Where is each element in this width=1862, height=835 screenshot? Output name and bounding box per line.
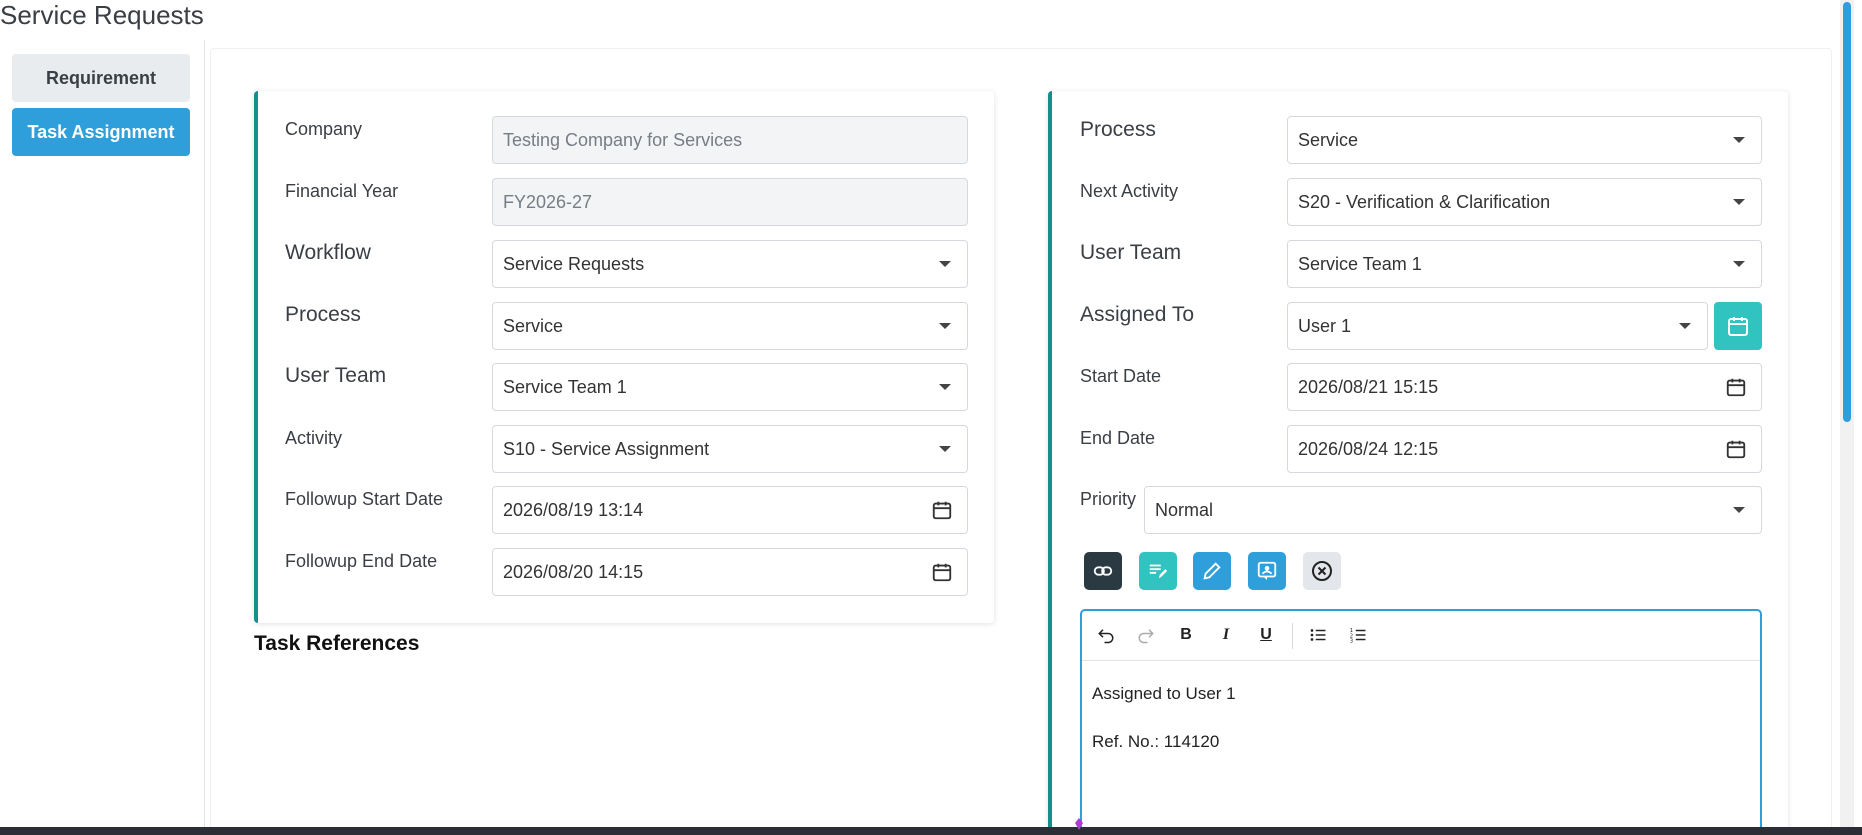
contact-card-icon	[1257, 561, 1277, 581]
nav-task-assignment[interactable]: Task Assignment	[12, 108, 190, 156]
chevron-down-icon	[939, 446, 951, 452]
next-activity-select[interactable]: S20 - Verification & Clarification	[1287, 178, 1762, 226]
pencil-icon	[1203, 562, 1221, 580]
user-team-label-right: User Team	[1080, 241, 1182, 264]
activity-value: S10 - Service Assignment	[503, 438, 710, 459]
followup-start-label: Followup Start Date	[285, 489, 444, 509]
chevron-down-icon	[1733, 137, 1745, 143]
process-label-right: Process	[1080, 118, 1156, 141]
note-edit-button[interactable]	[1139, 552, 1177, 590]
side-navigation: Requirement Task Assignment	[0, 40, 205, 830]
bullet-list-icon[interactable]	[1306, 623, 1330, 647]
process-value-right: Service	[1298, 129, 1359, 150]
workflow-select[interactable]: Service Requests	[492, 240, 968, 288]
activity-label: Activity	[285, 428, 343, 448]
user-team-label: User Team	[285, 364, 387, 387]
calendar-icon[interactable]	[1725, 438, 1747, 460]
financial-year-value: FY2026-27	[503, 191, 593, 212]
followup-end-input[interactable]: 2026/08/20 14:15	[492, 548, 968, 596]
numbered-list-icon[interactable]: 123	[1346, 623, 1370, 647]
user-team-value: Service Team 1	[503, 376, 627, 397]
process-select[interactable]: Service	[492, 302, 968, 350]
link-icon	[1093, 566, 1113, 576]
contact-button[interactable]	[1248, 552, 1286, 590]
process-label: Process	[285, 303, 361, 326]
company-field: Testing Company for Services	[492, 116, 968, 164]
calendar-icon	[1728, 317, 1748, 336]
chevron-down-icon	[939, 384, 951, 390]
start-date-label: Start Date	[1080, 366, 1162, 386]
redo-icon[interactable]	[1134, 623, 1158, 647]
assigned-to-select[interactable]: User 1	[1287, 302, 1708, 350]
italic-icon[interactable]: I	[1214, 623, 1238, 647]
toolbar-divider	[1292, 623, 1293, 649]
activity-select[interactable]: S10 - Service Assignment	[492, 425, 968, 473]
close-circle-icon	[1312, 561, 1332, 581]
user-team-select[interactable]: Service Team 1	[492, 363, 968, 411]
workflow-value: Service Requests	[503, 253, 645, 274]
resize-handle-icon[interactable]	[1075, 818, 1083, 830]
scrollbar-thumb[interactable]	[1843, 2, 1851, 422]
link-button[interactable]	[1084, 552, 1122, 590]
company-value: Testing Company for Services	[503, 129, 743, 150]
chevron-down-icon	[1733, 199, 1745, 205]
assigned-to-label: Assigned To	[1080, 303, 1195, 326]
calendar-icon[interactable]	[931, 561, 953, 583]
user-team-select-right[interactable]: Service Team 1	[1287, 240, 1762, 288]
rich-text-editor[interactable]: B I U 123 Assigned to User 1 Ref. No.: 1…	[1080, 609, 1762, 835]
end-date-label: End Date	[1080, 428, 1156, 448]
nav-requirement[interactable]: Requirement	[12, 54, 190, 102]
note-edit-icon	[1149, 564, 1168, 579]
underline-icon[interactable]: U	[1254, 623, 1278, 647]
close-button[interactable]	[1303, 552, 1341, 590]
financial-year-label: Financial Year	[285, 181, 399, 201]
followup-end-value: 2026/08/20 14:15	[503, 561, 644, 582]
editor-line: Ref. No.: 114120	[1092, 732, 1220, 751]
bold-icon[interactable]: B	[1174, 623, 1198, 647]
assigned-to-value: User 1	[1298, 315, 1352, 336]
followup-end-label: Followup End Date	[285, 551, 438, 571]
chevron-down-icon	[939, 323, 951, 329]
task-details-panel	[254, 91, 994, 623]
editor-line: Assigned to User 1	[1092, 684, 1236, 703]
user-team-value-right: Service Team 1	[1298, 253, 1422, 274]
next-activity-label: Next Activity	[1080, 181, 1179, 201]
start-date-value: 2026/08/21 15:15	[1298, 376, 1439, 397]
editor-toolbar: B I U 123	[1082, 611, 1760, 661]
task-references-title: Task References	[254, 632, 420, 655]
next-activity-value: S20 - Verification & Clarification	[1298, 191, 1551, 212]
chevron-down-icon	[1733, 261, 1745, 267]
followup-start-value: 2026/08/19 13:14	[503, 499, 644, 520]
edit-button[interactable]	[1193, 552, 1231, 590]
workflow-label: Workflow	[285, 241, 371, 264]
financial-year-field: FY2026-27	[492, 178, 968, 226]
page-title: Service Requests	[0, 0, 204, 30]
process-select-right[interactable]: Service	[1287, 116, 1762, 164]
priority-value: Normal	[1155, 499, 1214, 520]
priority-label: Priority	[1080, 489, 1137, 509]
followup-start-input[interactable]: 2026/08/19 13:14	[492, 486, 968, 534]
company-label: Company	[285, 119, 363, 139]
chevron-down-icon	[1733, 507, 1745, 513]
priority-select[interactable]: Normal	[1144, 486, 1762, 534]
end-date-value: 2026/08/24 12:15	[1298, 438, 1439, 459]
chevron-down-icon	[1679, 323, 1691, 329]
end-date-input[interactable]: 2026/08/24 12:15	[1287, 425, 1762, 473]
calendar-button[interactable]	[1714, 302, 1762, 350]
calendar-icon[interactable]	[931, 499, 953, 521]
start-date-input[interactable]: 2026/08/21 15:15	[1287, 363, 1762, 411]
bottom-bar	[0, 827, 1862, 835]
chevron-down-icon	[939, 261, 951, 267]
svg-text:3: 3	[1350, 639, 1353, 645]
undo-icon[interactable]	[1094, 623, 1118, 647]
process-value: Service	[503, 315, 564, 336]
calendar-icon[interactable]	[1725, 376, 1747, 398]
